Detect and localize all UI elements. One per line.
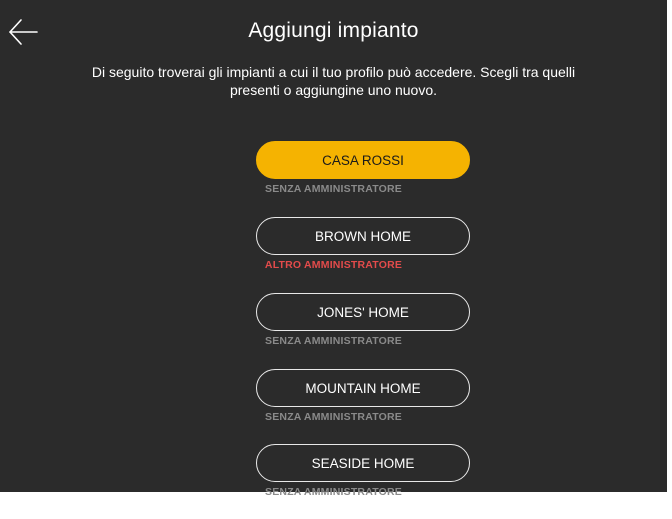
admin-status: SENZA AMMINISTRATORE	[265, 335, 402, 347]
plant-button-brown-home[interactable]: BROWN HOME	[256, 217, 470, 255]
page-title: Aggiungi impianto	[248, 19, 419, 42]
page-subtitle: Di seguito troverai gli impianti a cui i…	[40, 63, 627, 99]
subtitle-line-2: presenti o aggiungine uno nuovo.	[229, 82, 438, 98]
admin-status: SENZA AMMINISTRATORE	[265, 183, 402, 195]
admin-status: ALTRO AMMINISTRATORE	[264, 259, 403, 271]
plant-item-mountain-home: MOUNTAIN HOME SENZA AMMINISTRATORE	[0, 369, 667, 435]
plant-item-seaside-home: SEASIDE HOME SENZA AMMINISTRATORE	[0, 444, 667, 510]
plant-button-seaside-home[interactable]: SEASIDE HOME	[256, 444, 470, 482]
admin-status: SENZA AMMINISTRATORE	[265, 411, 402, 423]
plant-item-jones-home: JONES' HOME SENZA AMMINISTRATORE	[0, 293, 667, 359]
plant-item-casa-rossi: CASA ROSSI SENZA AMMINISTRATORE	[0, 141, 667, 207]
plant-button-jones-home[interactable]: JONES' HOME	[256, 293, 470, 331]
plant-button-mountain-home[interactable]: MOUNTAIN HOME	[256, 369, 470, 407]
plant-item-brown-home: BROWN HOME ALTRO AMMINISTRATORE	[0, 217, 667, 283]
add-plant-screen: Aggiungi impianto Di seguito troverai gl…	[0, 0, 667, 498]
admin-status: SENZA AMMINISTRATORE	[265, 486, 402, 498]
plant-button-casa-rossi[interactable]: CASA ROSSI	[256, 141, 470, 179]
subtitle-line-1: Di seguito troverai gli impianti a cui i…	[91, 64, 576, 80]
